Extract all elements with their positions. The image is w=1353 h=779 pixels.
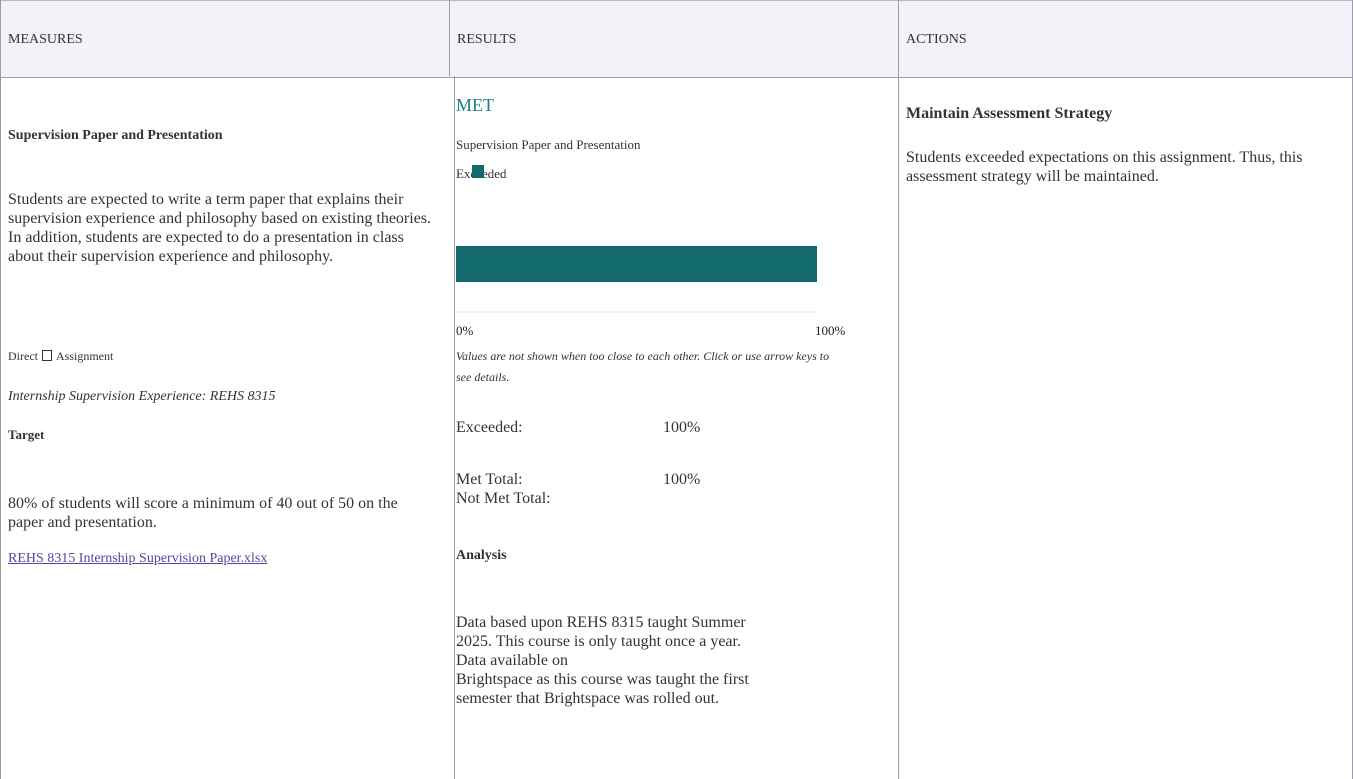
course-name: Internship Supervision Experience: REHS … xyxy=(8,389,276,404)
stat-value-met-total: 100% xyxy=(663,471,701,488)
table-header xyxy=(0,0,1353,78)
x-tick-label: 0% xyxy=(456,323,474,338)
measure-title: Supervision Paper and Presentation xyxy=(8,128,223,143)
analysis-line: Brightspace as this course was taught th… xyxy=(456,671,749,688)
measure-type-assignment: Assignment xyxy=(55,349,114,363)
attachment-link[interactable]: REHS 8315 Internship Supervision Paper.x… xyxy=(8,551,267,567)
measure-description: Students are expected to write a term pa… xyxy=(8,191,432,265)
measure-type-direct: Direct xyxy=(8,349,38,363)
measure-type: Direct Assignment xyxy=(8,349,113,364)
column-divider-2 xyxy=(898,0,899,779)
target-text: 80% of students will score a minimum of … xyxy=(8,495,398,531)
stat-label-exceeded: Exceeded: xyxy=(456,419,523,436)
analysis-line: 2025. This course is only taught once a … xyxy=(456,633,741,650)
left-border xyxy=(0,0,1,779)
analysis-line: Data based upon REHS 8315 taught Summer xyxy=(456,614,746,631)
result-measure-name: Supervision Paper and Presentation xyxy=(456,137,641,152)
column-divider-1 xyxy=(454,76,455,779)
analysis-line: Data available on xyxy=(456,652,568,669)
header-measures: MEASURES xyxy=(8,32,83,47)
target-heading: Target xyxy=(8,427,45,442)
results-bar-chart[interactable]: 0% 100% xyxy=(455,236,855,346)
header-results: RESULTS xyxy=(457,32,517,47)
header-actions: ACTIONS xyxy=(906,32,967,47)
status-met: MET xyxy=(456,95,494,115)
stat-label-not-met-total: Not Met Total: xyxy=(456,490,551,507)
x-tick-label: 100% xyxy=(815,323,846,338)
chart-note: Values are not shown when too close to e… xyxy=(456,349,830,384)
header-divider-1 xyxy=(449,0,450,76)
bar-exceeded[interactable] xyxy=(456,246,817,282)
analysis-line: semester that Brightspace was rolled out… xyxy=(456,690,720,707)
missing-glyph-icon xyxy=(41,350,52,361)
chart-legend: Exceeded xyxy=(456,165,507,182)
action-text: Students exceeded expectations on this a… xyxy=(906,149,1303,185)
analysis-heading: Analysis xyxy=(456,548,507,563)
stat-value-exceeded: 100% xyxy=(663,419,701,436)
action-title: Maintain Assessment Strategy xyxy=(906,105,1113,122)
assessment-table: MEASURES RESULTS ACTIONS Supervision Pap… xyxy=(0,0,1353,779)
legend-swatch xyxy=(472,165,484,178)
stat-label-met-total: Met Total: xyxy=(456,471,523,488)
analysis-text: Data based upon REHS 8315 taught Summer … xyxy=(456,613,749,708)
